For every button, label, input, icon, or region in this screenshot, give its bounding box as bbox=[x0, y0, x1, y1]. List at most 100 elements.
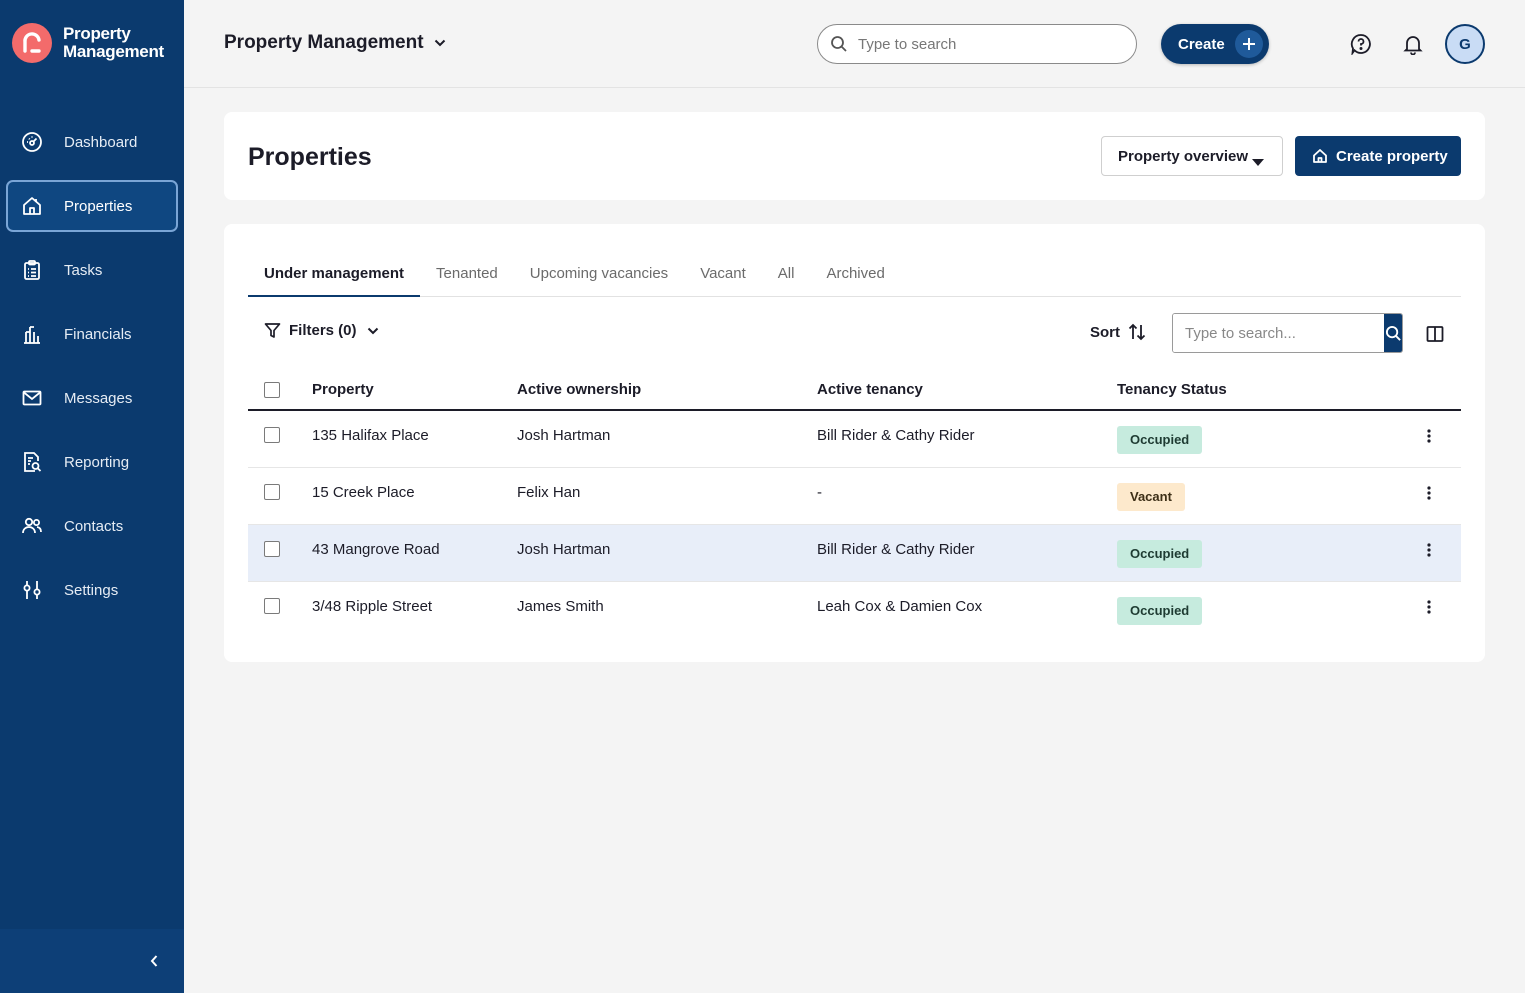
row-actions-button[interactable] bbox=[1397, 598, 1461, 614]
row-actions-button[interactable] bbox=[1397, 541, 1461, 557]
tab-bar: Under management Tenanted Upcoming vacan… bbox=[248, 256, 1461, 297]
property-cell[interactable]: 135 Halifax Place bbox=[312, 410, 517, 468]
brand[interactable]: Property Management bbox=[12, 23, 164, 63]
dashboard-icon bbox=[20, 130, 44, 154]
status-badge: Occupied bbox=[1117, 426, 1203, 454]
more-vertical-icon bbox=[1427, 599, 1431, 614]
top-bar: Property Management Create G bbox=[184, 0, 1525, 88]
row-checkbox[interactable] bbox=[264, 427, 280, 443]
sidebar-item-contacts[interactable]: Contacts bbox=[6, 500, 178, 552]
people-icon bbox=[20, 514, 44, 538]
help-icon bbox=[1350, 34, 1371, 55]
ownership-cell: Josh Hartman bbox=[517, 410, 817, 468]
status-badge: Occupied bbox=[1117, 539, 1203, 568]
page-title: Properties bbox=[248, 143, 372, 171]
filters-label: Filters (0) bbox=[289, 322, 357, 339]
row-checkbox[interactable] bbox=[264, 597, 280, 614]
clipboard-icon bbox=[20, 258, 44, 282]
sidebar-item-messages[interactable]: Messages bbox=[6, 372, 178, 424]
row-actions-button[interactable] bbox=[1397, 427, 1461, 443]
ownership-cell: Felix Han bbox=[517, 467, 817, 525]
sidebar-item-label: Settings bbox=[64, 581, 119, 599]
filter-icon bbox=[264, 322, 281, 339]
columns-icon bbox=[1426, 326, 1444, 342]
sidebar-item-properties[interactable]: Properties bbox=[6, 180, 178, 232]
collapse-sidebar-button[interactable] bbox=[144, 951, 164, 971]
property-cell[interactable]: 43 Mangrove Road bbox=[312, 524, 517, 582]
tenancy-cell: Leah Cox & Damien Cox bbox=[817, 597, 983, 615]
tab-archived[interactable]: Archived bbox=[810, 256, 900, 296]
columns-toggle-button[interactable] bbox=[1424, 323, 1446, 345]
sidebar-item-settings[interactable]: Settings bbox=[6, 564, 178, 616]
avatar[interactable]: G bbox=[1445, 24, 1485, 64]
table-row[interactable]: 43 Mangrove Road Josh Hartman Bill Rider… bbox=[248, 524, 1461, 582]
table-row[interactable]: 15 Creek Place Felix Han - Vacant bbox=[248, 467, 1461, 525]
tab-upcoming-vacancies[interactable]: Upcoming vacancies bbox=[514, 256, 684, 296]
row-actions-button[interactable] bbox=[1397, 484, 1461, 500]
home-icon bbox=[20, 194, 44, 218]
filters-button[interactable]: Filters (0) bbox=[264, 322, 379, 339]
global-search bbox=[817, 24, 1137, 64]
property-overview-label: Property overview bbox=[1118, 147, 1249, 165]
properties-list: Under management Tenanted Upcoming vacan… bbox=[224, 224, 1485, 662]
search-icon bbox=[1385, 325, 1401, 341]
help-button[interactable] bbox=[1349, 32, 1373, 56]
create-button[interactable]: Create bbox=[1161, 24, 1269, 64]
brand-line-2: Management bbox=[63, 42, 164, 61]
sidebar-item-label: Financials bbox=[64, 325, 132, 343]
more-vertical-icon bbox=[1427, 429, 1431, 443]
row-checkbox[interactable] bbox=[264, 483, 280, 500]
tenancy-cell: Bill Rider & Cathy Rider bbox=[817, 410, 1117, 468]
select-all-checkbox[interactable] bbox=[264, 382, 280, 399]
list-search bbox=[1172, 313, 1403, 353]
property-cell[interactable]: 15 Creek Place bbox=[312, 467, 517, 525]
mail-icon bbox=[20, 386, 44, 410]
sidebar-item-label: Properties bbox=[64, 197, 133, 215]
sort-button[interactable]: Sort bbox=[1090, 323, 1146, 341]
tenancy-cell: - bbox=[817, 467, 1117, 525]
notifications-button[interactable] bbox=[1401, 32, 1425, 56]
list-search-button[interactable] bbox=[1384, 314, 1402, 352]
sidebar-item-financials[interactable]: Financials bbox=[6, 308, 178, 360]
search-icon bbox=[830, 35, 848, 53]
app-switcher[interactable]: Property Management bbox=[224, 32, 446, 54]
property-overview-dropdown[interactable]: Property overview bbox=[1101, 136, 1283, 176]
chevron-left-icon bbox=[150, 955, 158, 967]
table-row[interactable]: 135 Halifax Place Josh Hartman Bill Ride… bbox=[248, 410, 1461, 468]
column-header[interactable]: Active tenancy bbox=[817, 370, 1117, 411]
brand-line-1: Property bbox=[63, 24, 131, 43]
tab-vacant[interactable]: Vacant bbox=[684, 256, 762, 296]
sidebar-item-reporting[interactable]: Reporting bbox=[6, 436, 178, 488]
sidebar-item-tasks[interactable]: Tasks bbox=[6, 244, 178, 296]
sidebar-item-label: Messages bbox=[64, 389, 133, 407]
bell-icon bbox=[1403, 36, 1423, 55]
tab-tenanted[interactable]: Tenanted bbox=[420, 256, 514, 296]
chevron-down-icon bbox=[434, 39, 446, 47]
tab-all[interactable]: All bbox=[762, 256, 811, 296]
tab-under-management[interactable]: Under management bbox=[248, 256, 421, 297]
report-icon bbox=[20, 450, 44, 474]
table-header-row: Property Active ownership Active tenancy… bbox=[248, 370, 1461, 411]
sidebar-item-label: Reporting bbox=[64, 453, 130, 471]
property-cell[interactable]: 3/48 Ripple Street bbox=[312, 581, 517, 638]
create-property-button[interactable]: Create property bbox=[1295, 136, 1461, 176]
ownership-cell: James Smith bbox=[517, 597, 604, 615]
create-property-label: Create property bbox=[1336, 147, 1448, 165]
list-search-input[interactable] bbox=[1173, 314, 1384, 352]
sidebar-item-label: Dashboard bbox=[64, 133, 138, 151]
more-vertical-icon bbox=[1427, 542, 1431, 557]
global-search-input[interactable] bbox=[858, 35, 1098, 53]
table-row[interactable]: 3/48 Ripple Street James Smith Leah Cox … bbox=[248, 581, 1461, 638]
row-checkbox[interactable] bbox=[264, 540, 280, 557]
column-header[interactable]: Property bbox=[312, 370, 517, 411]
column-header[interactable]: Tenancy Status bbox=[1117, 370, 1397, 411]
sidebar-item-label: Contacts bbox=[64, 517, 124, 535]
ownership-cell: Josh Hartman bbox=[517, 524, 817, 582]
column-header[interactable]: Active ownership bbox=[517, 370, 817, 411]
sidebar: Property Management Dashboard Properties… bbox=[0, 0, 184, 993]
sidebar-footer bbox=[0, 929, 184, 993]
brand-logo-icon bbox=[12, 23, 52, 63]
chevron-down-icon bbox=[367, 327, 379, 335]
sidebar-item-dashboard[interactable]: Dashboard bbox=[6, 116, 178, 168]
more-vertical-icon bbox=[1427, 485, 1431, 500]
